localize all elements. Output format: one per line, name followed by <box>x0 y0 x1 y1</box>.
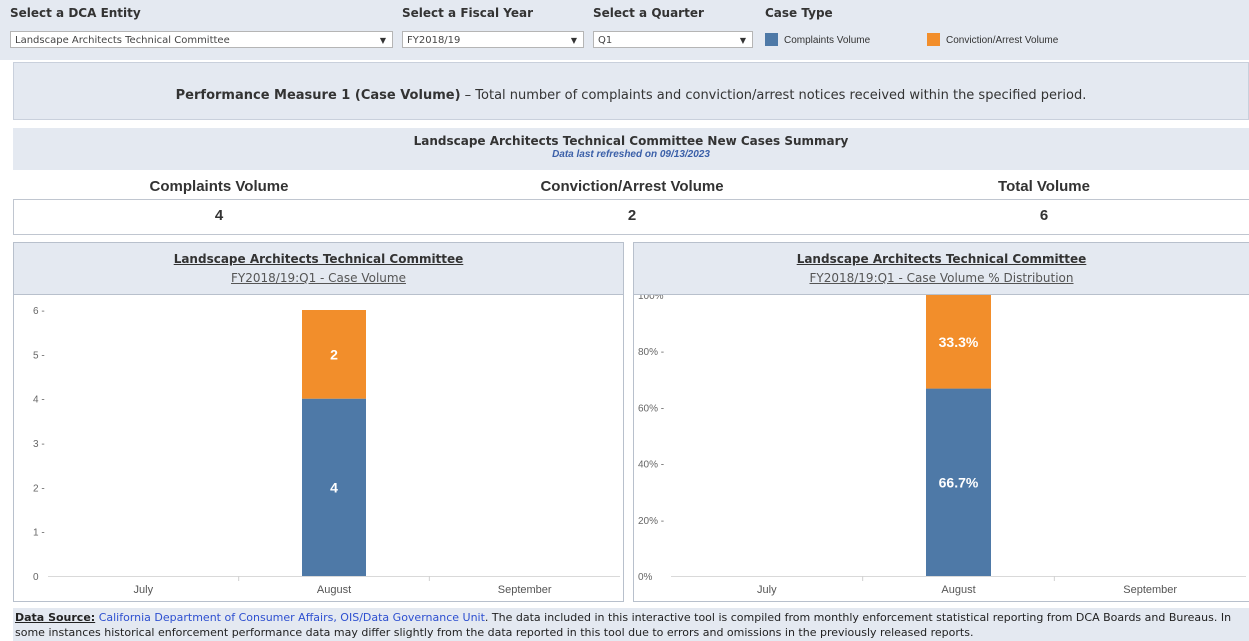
metric-value-total: 6 <box>1039 207 1049 224</box>
y-tick-label: 5 - <box>33 350 45 361</box>
quarter-select-value: Q1 <box>598 35 613 46</box>
y-tick-label: 0% <box>638 572 653 583</box>
case-volume-chart-subtitle: FY2018/19:Q1 - Case Volume <box>231 271 406 285</box>
x-tick-label: July <box>134 584 154 596</box>
complaints-legend-swatch[interactable] <box>765 33 778 46</box>
performance-measure-description: – Total number of complaints and convict… <box>460 88 1087 103</box>
x-tick-label: August <box>317 584 351 596</box>
data-source-heading: Data Source: <box>15 611 96 624</box>
complaints-legend-label[interactable]: Complaints Volume <box>784 35 870 46</box>
x-tick-label: July <box>757 584 777 596</box>
case-type-label: Case Type <box>765 6 833 20</box>
y-tick-label: 100% <box>638 295 664 302</box>
y-tick-label: 0 <box>33 572 39 583</box>
x-tick-label: September <box>498 584 552 596</box>
entity-filter-label: Select a DCA Entity <box>10 6 141 20</box>
y-tick-label: 40% - <box>638 460 664 471</box>
data-source-footer: Data Source: California Department of Co… <box>13 608 1249 641</box>
distribution-chart[interactable]: 0% 20% - 40% - 60% - 80% - 100% July August Sept… <box>634 295 1249 601</box>
performance-measure-banner: Performance Measure 1 (Case Volume) – To… <box>13 62 1249 120</box>
x-tick-label: August <box>941 584 975 596</box>
metric-label-conviction: Conviction/Arrest Volume <box>540 178 724 195</box>
conviction-legend-label[interactable]: Conviction/Arrest Volume <box>946 35 1058 46</box>
data-label: 66.7% <box>939 474 979 490</box>
fiscal-year-filter-label: Select a Fiscal Year <box>402 6 534 20</box>
fiscal-year-select-value: FY2018/19 <box>407 35 461 46</box>
y-tick-label: 1 - <box>33 528 45 539</box>
y-tick-label: 20% - <box>638 516 664 527</box>
summary-title: Landscape Architects Technical Committee… <box>413 134 849 148</box>
performance-measure-title: Performance Measure 1 (Case Volume) <box>175 88 461 103</box>
data-label: 4 <box>330 479 338 495</box>
chevron-down-icon: ▼ <box>379 36 386 45</box>
conviction-legend-swatch[interactable] <box>927 33 940 46</box>
metric-label-complaints: Complaints Volume <box>149 178 289 195</box>
distribution-chart-subtitle: FY2018/19:Q1 - Case Volume % Distributio… <box>809 271 1074 285</box>
data-refreshed-note: Data last refreshed on 09/13/2023 <box>552 149 710 160</box>
distribution-chart-title: Landscape Architects Technical Committee <box>796 252 1087 266</box>
case-volume-chart-title: Landscape Architects Technical Committee <box>173 252 464 266</box>
filter-bar: Select a DCA Entity Landscape Architects… <box>0 0 1249 60</box>
y-tick-label: 80% - <box>638 347 664 358</box>
entity-select-value: Landscape Architects Technical Committee <box>15 35 230 46</box>
y-tick-label: 3 - <box>33 439 45 450</box>
distribution-panel: Landscape Architects Technical Committee… <box>633 242 1249 602</box>
metric-value-complaints: 4 <box>214 207 224 224</box>
metric-value-conviction: 2 <box>627 207 637 224</box>
y-tick-label: 2 - <box>33 483 45 494</box>
data-source-link[interactable]: California Department of Consumer Affair… <box>99 611 485 624</box>
x-tick-label: September <box>1123 584 1177 596</box>
data-label: 33.3% <box>939 334 979 350</box>
entity-select[interactable]: Landscape Architects Technical Committee… <box>10 31 393 48</box>
data-label: 2 <box>330 346 338 362</box>
case-volume-panel: Landscape Architects Technical Committee… <box>13 242 624 602</box>
chevron-down-icon: ▼ <box>739 36 746 45</box>
metric-label-total: Total Volume <box>998 178 1090 195</box>
y-tick-label: 6 - <box>33 306 45 317</box>
summary-header: Landscape Architects Technical Committee… <box>13 128 1249 170</box>
quarter-select[interactable]: Q1 ▼ <box>593 31 753 48</box>
case-volume-panel-header: Landscape Architects Technical Committee… <box>14 243 623 295</box>
distribution-panel-header: Landscape Architects Technical Committee… <box>634 243 1249 295</box>
chevron-down-icon: ▼ <box>570 36 577 45</box>
quarter-filter-label: Select a Quarter <box>593 6 704 20</box>
y-tick-label: 60% - <box>638 403 664 414</box>
fiscal-year-select[interactable]: FY2018/19 ▼ <box>402 31 584 48</box>
y-tick-label: 4 - <box>33 395 45 406</box>
case-volume-chart[interactable]: 0 1 - 2 - 3 - 4 - 5 - 6 - July August September 4 2 <box>14 295 623 601</box>
